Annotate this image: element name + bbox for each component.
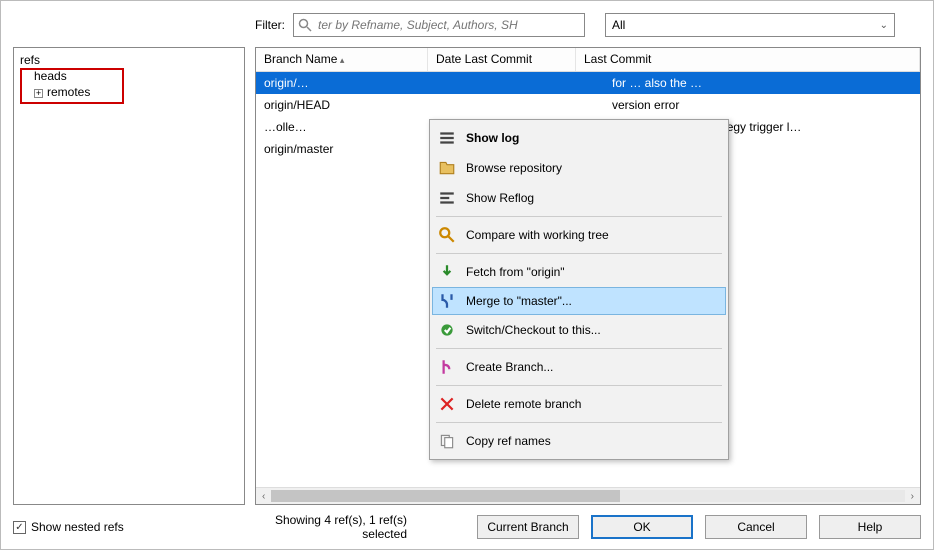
filter-input[interactable] bbox=[316, 17, 584, 33]
tree-item-remotes[interactable]: + remotes bbox=[20, 84, 238, 100]
menu-copy-ref-names[interactable]: Copy ref names bbox=[432, 426, 726, 456]
create-branch-icon bbox=[438, 358, 456, 376]
menu-show-reflog[interactable]: Show Reflog bbox=[432, 183, 726, 213]
reflog-icon bbox=[438, 189, 456, 207]
menu-label: Browse repository bbox=[466, 161, 562, 175]
filter-input-wrap[interactable] bbox=[293, 13, 585, 37]
show-nested-refs-checkbox[interactable]: ✓ Show nested refs bbox=[13, 520, 257, 534]
copy-icon bbox=[438, 432, 456, 450]
filter-select[interactable]: All ⌄ bbox=[605, 13, 895, 37]
col-branch-name[interactable]: Branch Name bbox=[256, 48, 428, 71]
status-text: Showing 4 ref(s), 1 ref(s) selected bbox=[257, 513, 407, 542]
menu-label: Show Reflog bbox=[466, 191, 534, 205]
horizontal-scrollbar[interactable]: ‹ › bbox=[256, 487, 920, 504]
list-header: Branch Name Date Last Commit Last Commit bbox=[256, 48, 920, 72]
dialog-window: Filter: All ⌄ refs heads + remotes bbox=[0, 0, 934, 550]
menu-label: Copy ref names bbox=[466, 434, 551, 448]
expand-icon[interactable]: + bbox=[34, 89, 43, 98]
button-bar: Current Branch OK Cancel Help bbox=[477, 515, 921, 539]
filter-row: Filter: All ⌄ bbox=[13, 13, 921, 37]
cancel-button[interactable]: Cancel bbox=[705, 515, 807, 539]
menu-label: Create Branch... bbox=[466, 360, 553, 374]
tree-label: heads bbox=[34, 69, 67, 83]
scroll-left-icon[interactable]: ‹ bbox=[258, 491, 269, 502]
search-icon bbox=[297, 17, 313, 33]
current-branch-button[interactable]: Current Branch bbox=[477, 515, 579, 539]
status-line: selected bbox=[257, 527, 407, 541]
scroll-track[interactable] bbox=[271, 490, 904, 502]
menu-separator bbox=[436, 216, 722, 217]
menu-show-log[interactable]: Show log bbox=[432, 123, 726, 153]
cell-name: …olle… bbox=[256, 120, 428, 134]
menu-delete-remote-branch[interactable]: Delete remote branch bbox=[432, 389, 726, 419]
menu-merge-to-master[interactable]: Merge to "master"... bbox=[432, 287, 726, 315]
ok-button[interactable]: OK bbox=[591, 515, 693, 539]
menu-label: Fetch from "origin" bbox=[466, 265, 565, 279]
delete-icon bbox=[438, 395, 456, 413]
cell-name: origin/master bbox=[256, 142, 428, 156]
help-button[interactable]: Help bbox=[819, 515, 921, 539]
browse-icon bbox=[438, 159, 456, 177]
menu-label: Delete remote branch bbox=[466, 397, 581, 411]
cell-last: version error bbox=[604, 98, 920, 112]
menu-create-branch[interactable]: Create Branch... bbox=[432, 352, 726, 382]
footer-row: ✓ Show nested refs Showing 4 ref(s), 1 r… bbox=[13, 513, 921, 541]
tree-root[interactable]: refs bbox=[20, 52, 238, 68]
checkbox-icon[interactable]: ✓ bbox=[13, 521, 26, 534]
menu-compare-working-tree[interactable]: Compare with working tree bbox=[432, 220, 726, 250]
context-menu: Show log Browse repository Show Reflog C… bbox=[429, 119, 729, 460]
menu-browse-repository[interactable]: Browse repository bbox=[432, 153, 726, 183]
menu-switch-checkout[interactable]: Switch/Checkout to this... bbox=[432, 315, 726, 345]
col-date[interactable]: Date Last Commit bbox=[428, 48, 576, 71]
menu-separator bbox=[436, 348, 722, 349]
menu-label: Merge to "master"... bbox=[466, 294, 572, 308]
menu-separator bbox=[436, 385, 722, 386]
cell-name: origin/… bbox=[256, 76, 428, 90]
tree-item-heads[interactable]: heads bbox=[20, 68, 238, 84]
checkbox-label: Show nested refs bbox=[31, 520, 124, 534]
scroll-right-icon[interactable]: › bbox=[907, 491, 918, 502]
log-icon bbox=[438, 129, 456, 147]
menu-separator bbox=[436, 253, 722, 254]
filter-select-value: All bbox=[612, 18, 625, 32]
menu-label: Show log bbox=[466, 131, 519, 145]
cell-name: origin/HEAD bbox=[256, 98, 428, 112]
cell-last: for … also the … bbox=[604, 76, 920, 90]
menu-fetch-origin[interactable]: Fetch from "origin" bbox=[432, 257, 726, 287]
filter-label: Filter: bbox=[255, 18, 285, 32]
menu-label: Switch/Checkout to this... bbox=[466, 323, 601, 337]
status-line: Showing 4 ref(s), 1 ref(s) bbox=[257, 513, 407, 527]
table-row[interactable]: origin/HEAD version error bbox=[256, 94, 920, 116]
fetch-icon bbox=[438, 263, 456, 281]
menu-separator bbox=[436, 422, 722, 423]
menu-label: Compare with working tree bbox=[466, 228, 609, 242]
col-last-commit[interactable]: Last Commit bbox=[576, 48, 920, 71]
switch-icon bbox=[438, 321, 456, 339]
scroll-thumb[interactable] bbox=[271, 490, 619, 502]
compare-icon bbox=[438, 226, 456, 244]
tree-label: remotes bbox=[47, 85, 90, 99]
tree-pane: refs heads + remotes bbox=[13, 47, 245, 505]
table-row[interactable]: origin/… for … also the … bbox=[256, 72, 920, 94]
chevron-down-icon: ⌄ bbox=[880, 20, 888, 31]
merge-icon bbox=[438, 292, 456, 310]
